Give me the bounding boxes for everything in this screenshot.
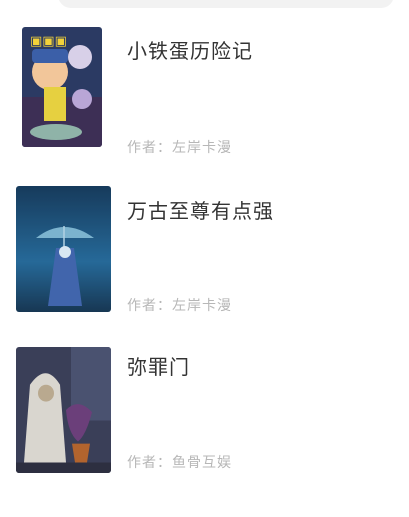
book-author: 作者：鱼骨互娱 (127, 455, 232, 471)
book-list-item[interactable]: ▣▣▣ 小铁蛋历险记 作者：左岸卡漫 (0, 24, 409, 164)
search-bar[interactable] (58, 0, 394, 8)
book-title[interactable]: 万古至尊有点强 (127, 195, 274, 224)
book-author: 作者：左岸卡漫 (127, 140, 232, 156)
book-author: 作者：左岸卡漫 (127, 298, 232, 314)
book-cover-image[interactable] (16, 347, 111, 473)
book-list-item[interactable]: 弥罪门 作者：鱼骨互娱 (0, 345, 409, 485)
book-cover-image[interactable]: ▣▣▣ (22, 27, 102, 147)
svg-text:▣▣▣: ▣▣▣ (30, 34, 67, 49)
book-title[interactable]: 小铁蛋历险记 (127, 35, 253, 64)
book-title[interactable]: 弥罪门 (127, 351, 190, 380)
book-cover-image[interactable] (16, 186, 111, 312)
book-list-item[interactable]: 万古至尊有点强 作者：左岸卡漫 (0, 184, 409, 324)
